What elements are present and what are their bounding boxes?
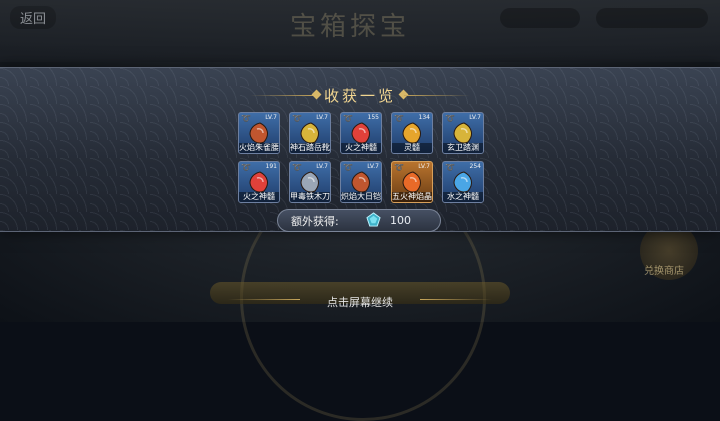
back-button[interactable]: 返回 [10,6,57,29]
reward-item[interactable]: ➰ LV.7 玄卫踏渊 [442,112,484,154]
reward-item[interactable]: ➰ 134 灵髓 [391,112,433,154]
item-name: 灵髓 [392,143,432,153]
extra-reward-value: 100 [390,214,411,227]
continue-divider-right [420,299,492,300]
gem-icon [366,212,381,227]
shop-label: 兑换商店 [644,266,684,277]
item-name: 火之神髓 [239,192,279,202]
armor-icon [351,171,370,193]
currency-pill [500,8,580,28]
reward-item[interactable]: ➰ LV.7 火焰朱雀腰 [238,112,280,154]
tap-to-continue[interactable]: 点击屏幕继续 [0,294,720,310]
boots-icon [453,122,472,144]
reward-item[interactable]: ➰ 191 火之神髓 [238,161,280,203]
panel-title: 收获一览 [323,87,396,105]
fire-essence-icon [249,171,268,193]
item-level: LV.7 [367,163,379,170]
title-divider-right [404,95,470,96]
item-name: 玄卫踏渊 [443,143,483,153]
item-level: 134 [418,114,430,121]
item-level: LV.7 [316,163,328,170]
item-name: 五火神焰晶 [392,192,432,202]
spirit-essence-icon [402,122,421,144]
reward-item[interactable]: ➰ LV.7 甲毒铁木刀 [289,161,331,203]
armor-icon [249,122,268,144]
extra-reward-label: 额外获得: [291,215,339,228]
water-essence-icon [453,171,472,193]
item-name: 炽焰大日铠 [341,192,381,202]
reward-item[interactable]: ➰ LV.7 神石踏岳靴 [289,112,331,154]
item-level: LV.7 [265,114,277,121]
item-name: 火焰朱雀腰 [239,143,279,153]
background-title: 宝箱探宝 [290,12,411,42]
item-name: 水之神髓 [443,192,483,202]
currency-pill [596,8,708,28]
item-name: 神石踏岳靴 [290,143,330,153]
item-level: 254 [469,163,481,170]
reward-item[interactable]: ➰ LV.7 五火神焰晶 [391,161,433,203]
boots-icon [300,122,319,144]
item-level: 155 [367,114,379,121]
item-level: 191 [265,163,277,170]
flame-crystal-icon [402,171,421,193]
item-level: LV.7 [469,114,481,121]
reward-item[interactable]: ➰ LV.7 炽焰大日铠 [340,161,382,203]
fire-essence-icon [351,122,370,144]
blade-icon [300,171,319,193]
item-level: LV.7 [418,163,430,170]
reward-item[interactable]: ➰ 254 水之神髓 [442,161,484,203]
item-name: 火之神髓 [341,143,381,153]
item-name: 甲毒铁木刀 [290,192,330,202]
item-level: LV.7 [316,114,328,121]
reward-item[interactable]: ➰ 155 火之神髓 [340,112,382,154]
